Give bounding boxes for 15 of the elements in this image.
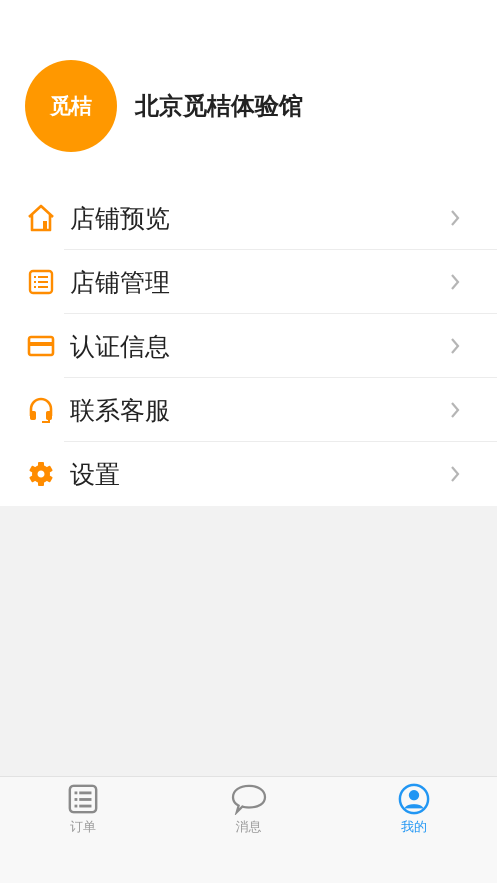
- list-icon: [66, 783, 99, 815]
- chevron-icon: [449, 400, 461, 420]
- chevron-icon: [449, 336, 461, 356]
- menu-item[interactable]: 设置: [0, 442, 497, 506]
- chat-bubble-icon: [230, 783, 266, 815]
- chevron-icon: [449, 464, 461, 484]
- menu-item[interactable]: 认证信息: [0, 314, 497, 378]
- shop-name: 北京觅桔体验馆: [135, 91, 303, 122]
- menu-item[interactable]: 店铺预览: [0, 186, 497, 250]
- avatar: 觅桔: [25, 60, 117, 152]
- chevron-icon: [449, 208, 461, 228]
- menu-item[interactable]: 联系客服: [0, 378, 497, 442]
- chevron-icon: [449, 272, 461, 292]
- user-icon: [398, 783, 430, 815]
- menu-item[interactable]: 店铺管理: [0, 250, 497, 314]
